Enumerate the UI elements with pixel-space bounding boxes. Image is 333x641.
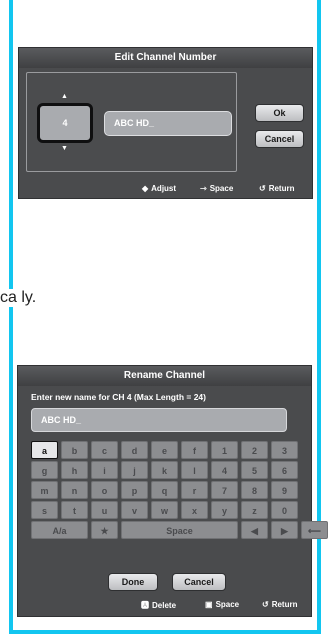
space-hint: ⇾ Space (200, 184, 234, 193)
backspace-icon[interactable]: ⟵ (301, 521, 328, 539)
edit-channel-dialog: Edit Channel Number ▲ 4 ▼ ABC HD_ Ok Can… (18, 47, 313, 199)
channel-edit-panel: ▲ 4 ▼ ABC HD_ (26, 72, 237, 172)
key-z[interactable]: z (241, 501, 268, 519)
key-m[interactable]: m (31, 481, 58, 499)
key-x[interactable]: x (181, 501, 208, 519)
key-2[interactable]: 2 (241, 441, 268, 459)
key-p[interactable]: p (121, 481, 148, 499)
up-arrow-icon[interactable]: ▲ (61, 93, 68, 100)
key-a[interactable]: a (31, 441, 58, 459)
cursor-right-icon[interactable]: ▶ (271, 521, 298, 539)
key-s[interactable]: s (31, 501, 58, 519)
key-b[interactable]: b (61, 441, 88, 459)
space-hint: ▣ Space (205, 600, 240, 609)
key-3[interactable]: 3 (271, 441, 298, 459)
space-key-icon: ⇾ (200, 184, 207, 193)
adjust-hint: ◆ Adjust (142, 184, 177, 193)
key-0[interactable]: 0 (271, 501, 298, 519)
rename-prompt: Enter new name for CH 4 (Max Length = 24… (31, 392, 206, 402)
a-button-icon: 🅰 (141, 601, 149, 610)
key-d[interactable]: d (121, 441, 148, 459)
key-c[interactable]: c (91, 441, 118, 459)
key-r[interactable]: r (181, 481, 208, 499)
key-5[interactable]: 5 (241, 461, 268, 479)
key-y[interactable]: y (211, 501, 238, 519)
space-key[interactable]: Space (121, 521, 238, 539)
key-1[interactable]: 1 (211, 441, 238, 459)
return-icon: ↺ (262, 600, 269, 609)
return-icon: ↺ (259, 184, 266, 193)
key-t[interactable]: t (61, 501, 88, 519)
key-h[interactable]: h (61, 461, 88, 479)
new-name-input[interactable]: ABC HD_ (31, 408, 287, 432)
key-g[interactable]: g (31, 461, 58, 479)
keyboard-row: s t u v w x y z 0 (31, 501, 302, 519)
key-4[interactable]: 4 (211, 461, 238, 479)
key-9[interactable]: 9 (271, 481, 298, 499)
cancel-button[interactable]: Cancel (172, 573, 226, 591)
keyboard-row-special: A/a ★ Space ◀ ▶ ⟵ (31, 521, 328, 539)
delete-hint: 🅰 Delete (141, 601, 177, 610)
cursor-left-icon[interactable]: ◀ (241, 521, 268, 539)
rename-channel-dialog: Rename Channel Enter new name for CH 4 (… (17, 365, 328, 617)
keyboard-row: g h i j k l 4 5 6 (31, 461, 302, 479)
on-screen-keyboard: a b c d e f 1 2 3 g h i j k l 4 5 6 m n … (31, 441, 328, 541)
updown-icon: ◆ (142, 184, 149, 193)
key-e[interactable]: e (151, 441, 178, 459)
dialog-title: Rename Channel (18, 366, 311, 386)
case-toggle-key[interactable]: A/a (31, 521, 88, 539)
key-6[interactable]: 6 (271, 461, 298, 479)
key-l[interactable]: l (181, 461, 208, 479)
dialog-title: Edit Channel Number (19, 48, 312, 68)
ok-button[interactable]: Ok (255, 104, 304, 122)
key-n[interactable]: n (61, 481, 88, 499)
c-button-icon: ▣ (205, 600, 213, 609)
page-text-fragment: ca ly. (0, 289, 39, 307)
key-q[interactable]: q (151, 481, 178, 499)
key-j[interactable]: j (121, 461, 148, 479)
key-7[interactable]: 7 (211, 481, 238, 499)
key-8[interactable]: 8 (241, 481, 268, 499)
key-k[interactable]: k (151, 461, 178, 479)
key-o[interactable]: o (91, 481, 118, 499)
channel-number-field[interactable]: 4 (37, 103, 93, 143)
cancel-button[interactable]: Cancel (255, 130, 304, 148)
key-i[interactable]: i (91, 461, 118, 479)
return-hint: ↺ Return (259, 184, 295, 193)
channel-name-field[interactable]: ABC HD_ (104, 111, 232, 136)
key-u[interactable]: u (91, 501, 118, 519)
done-button[interactable]: Done (108, 573, 158, 591)
key-f[interactable]: f (181, 441, 208, 459)
down-arrow-icon[interactable]: ▼ (61, 145, 68, 152)
star-key[interactable]: ★ (91, 521, 118, 539)
keyboard-row: a b c d e f 1 2 3 (31, 441, 302, 459)
return-hint: ↺ Return (262, 600, 298, 609)
keyboard-row: m n o p q r 7 8 9 (31, 481, 302, 499)
key-w[interactable]: w (151, 501, 178, 519)
key-v[interactable]: v (121, 501, 148, 519)
